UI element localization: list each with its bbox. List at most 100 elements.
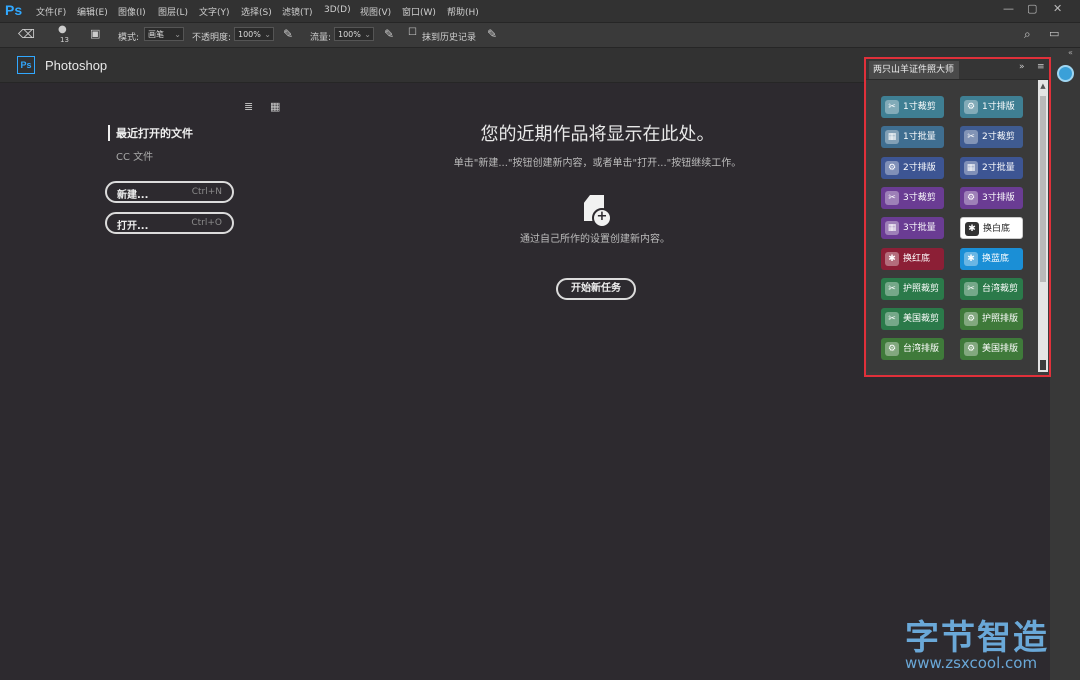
- plugin-button[interactable]: ▦ 2寸批量: [960, 156, 1023, 179]
- erase-history-checkbox[interactable]: ☐: [408, 27, 417, 38]
- watermark-url: www.zsxcool.com: [905, 654, 1038, 672]
- plugin-button-label: 1寸裁剪: [903, 102, 936, 112]
- empty-state-subline: 单击"新建..."按钮创建新内容，或者单击"打开..."按钮继续工作。: [453, 158, 742, 169]
- plugin-button[interactable]: ✂ 护照裁剪: [881, 277, 944, 300]
- plugin-button-icon: ✂: [964, 281, 978, 296]
- collapse-icon[interactable]: »: [1019, 62, 1025, 72]
- plugin-button-label: 1寸排版: [982, 102, 1015, 112]
- pressure-size-icon[interactable]: ✎: [487, 27, 497, 41]
- plugin-button-icon: ▦: [964, 160, 978, 175]
- plugin-button-icon: ✂: [885, 281, 899, 296]
- app-logo: Ps: [5, 2, 23, 18]
- plugin-button-label: 3寸裁剪: [903, 192, 936, 203]
- plugin-button[interactable]: ✂ 2寸裁剪: [960, 126, 1023, 149]
- new-button-shortcut: Ctrl+N: [191, 187, 222, 197]
- pressure-opacity-icon[interactable]: ✎: [283, 27, 293, 41]
- new-button[interactable]: 新建... Ctrl+N: [105, 181, 234, 203]
- plugin-panel: 两只山羊证件照大师 » ≡ ✂ 1寸裁剪 ⚙ 1寸排版 ▦ 1寸批量 ✂ 2寸裁剪 ⚙ 2寸排版 ▦…: [864, 57, 1051, 377]
- menu-filter[interactable]: 滤镜(T): [282, 5, 313, 18]
- workspace-icon[interactable]: ▭: [1049, 27, 1059, 40]
- scroll-corner: [1040, 360, 1046, 370]
- plugin-panel-icon[interactable]: [1057, 65, 1074, 82]
- plugin-button-label: 换蓝底: [982, 253, 1010, 264]
- mode-label: 模式:: [118, 33, 140, 43]
- new-button-label: 新建...: [117, 190, 149, 201]
- opacity-input[interactable]: 100% ⌄: [234, 27, 274, 41]
- scroll-thumb[interactable]: [1040, 96, 1046, 282]
- menu-bar: Ps 文件(F) 编辑(E) 图像(I) 图层(L) 文字(Y) 选择(S) 滤…: [0, 0, 1080, 23]
- plugin-button-icon: ⚙: [964, 100, 978, 114]
- eraser-tool-icon[interactable]: ⌫: [18, 27, 35, 41]
- menu-file[interactable]: 文件(F): [36, 5, 66, 18]
- plugin-button[interactable]: ⚙ 台湾排版: [881, 338, 944, 361]
- menu-view[interactable]: 视图(V): [360, 5, 391, 18]
- opacity-label: 不透明度:: [192, 33, 232, 43]
- scroll-up-icon[interactable]: ▲: [1038, 82, 1048, 90]
- ps-badge-icon: Ps: [17, 56, 35, 74]
- menu-edit[interactable]: 编辑(E): [77, 5, 108, 18]
- plugin-button[interactable]: ✱ 换蓝底: [960, 247, 1023, 270]
- start-new-task-button[interactable]: 开始新任务: [556, 278, 636, 300]
- plugin-button-label: 护照裁剪: [903, 283, 940, 294]
- plugin-button-icon: ✂: [885, 312, 899, 327]
- plugin-button[interactable]: ✱ 换白底: [960, 217, 1023, 240]
- plugin-button[interactable]: ✂ 3寸裁剪: [881, 186, 944, 209]
- plugin-button[interactable]: ⚙ 美国排版: [960, 338, 1023, 361]
- open-button-label: 打开...: [117, 221, 149, 232]
- expand-arrows-icon[interactable]: «: [1068, 48, 1073, 57]
- plugin-button[interactable]: ⚙ 护照排版: [960, 308, 1023, 331]
- menu-3d[interactable]: 3D(D): [324, 5, 351, 15]
- plus-icon: +: [592, 208, 612, 228]
- search-icon[interactable]: ⌕: [1024, 27, 1031, 42]
- grid-view-icon[interactable]: ▦: [270, 100, 280, 113]
- erase-history-label: 抹到历史记录: [422, 33, 477, 43]
- plugin-button[interactable]: ✱ 换红底: [881, 247, 944, 270]
- plugin-button-label: 美国排版: [982, 344, 1019, 355]
- plugin-button-icon: ✂: [964, 130, 978, 145]
- menu-window[interactable]: 窗口(W): [402, 5, 436, 18]
- plugin-panel-tab[interactable]: 两只山羊证件照大师: [869, 61, 959, 79]
- recent-files-label[interactable]: 最近打开的文件: [108, 125, 193, 141]
- list-view-icon[interactable]: ≣: [244, 100, 253, 113]
- plugin-button-label: 换白底: [983, 224, 1011, 235]
- plugin-button-icon: ✂: [885, 100, 899, 114]
- plugin-button[interactable]: ⚙ 2寸排版: [881, 156, 944, 179]
- plugin-button[interactable]: ✂ 1寸裁剪: [881, 96, 944, 118]
- plugin-button-label: 2寸排版: [903, 162, 936, 173]
- open-button-shortcut: Ctrl+O: [191, 218, 222, 228]
- mode-select[interactable]: 画笔 ⌄: [144, 27, 184, 41]
- minimize-button[interactable]: —: [1003, 2, 1014, 15]
- menu-image[interactable]: 图像(I): [118, 5, 146, 18]
- plugin-button[interactable]: ▦ 3寸批量: [881, 217, 944, 240]
- cc-files-label[interactable]: CC 文件: [116, 148, 153, 163]
- options-bar: ⌫ ● 13 ▣ 模式: 画笔 ⌄ 不透明度: 100% ⌄ ✎ 流量: 100% ⌄…: [0, 23, 1080, 48]
- menu-layer[interactable]: 图层(L): [158, 5, 188, 18]
- maximize-button[interactable]: ▢: [1027, 2, 1037, 15]
- plugin-button-icon: ▦: [885, 130, 899, 145]
- brush-panel-icon[interactable]: ▣: [90, 27, 100, 40]
- plugin-button-label: 2寸裁剪: [982, 132, 1015, 143]
- plugin-button[interactable]: ▦ 1寸批量: [881, 126, 944, 149]
- close-button[interactable]: ✕: [1053, 2, 1062, 15]
- plugin-button-label: 台湾排版: [903, 344, 940, 355]
- brush-preview-icon[interactable]: ●: [58, 24, 67, 35]
- plugin-button[interactable]: ✂ 美国裁剪: [881, 308, 944, 331]
- plugin-button[interactable]: ✂ 台湾裁剪: [960, 277, 1023, 300]
- plugin-button-icon: ⚙: [964, 190, 978, 205]
- panel-menu-icon[interactable]: ≡: [1037, 62, 1045, 72]
- plugin-button-label: 3寸排版: [982, 192, 1015, 203]
- open-button[interactable]: 打开... Ctrl+O: [105, 212, 234, 234]
- watermark-title: 字节智造: [905, 618, 1049, 658]
- plugin-button-label: 换红底: [903, 253, 931, 264]
- plugin-button-icon: ✱: [964, 251, 978, 266]
- airbrush-icon[interactable]: ✎: [384, 27, 394, 41]
- menu-select[interactable]: 选择(S): [241, 5, 272, 18]
- plugin-button[interactable]: ⚙ 3寸排版: [960, 186, 1023, 209]
- plugin-button[interactable]: ⚙ 1寸排版: [960, 96, 1023, 118]
- plugin-button-label: 3寸批量: [903, 223, 936, 234]
- menu-help[interactable]: 帮助(H): [447, 5, 479, 18]
- plugin-button-label: 1寸批量: [903, 132, 936, 143]
- flow-input[interactable]: 100% ⌄: [334, 27, 374, 41]
- menu-type[interactable]: 文字(Y): [199, 5, 230, 18]
- panel-scrollbar[interactable]: ▲: [1038, 80, 1048, 372]
